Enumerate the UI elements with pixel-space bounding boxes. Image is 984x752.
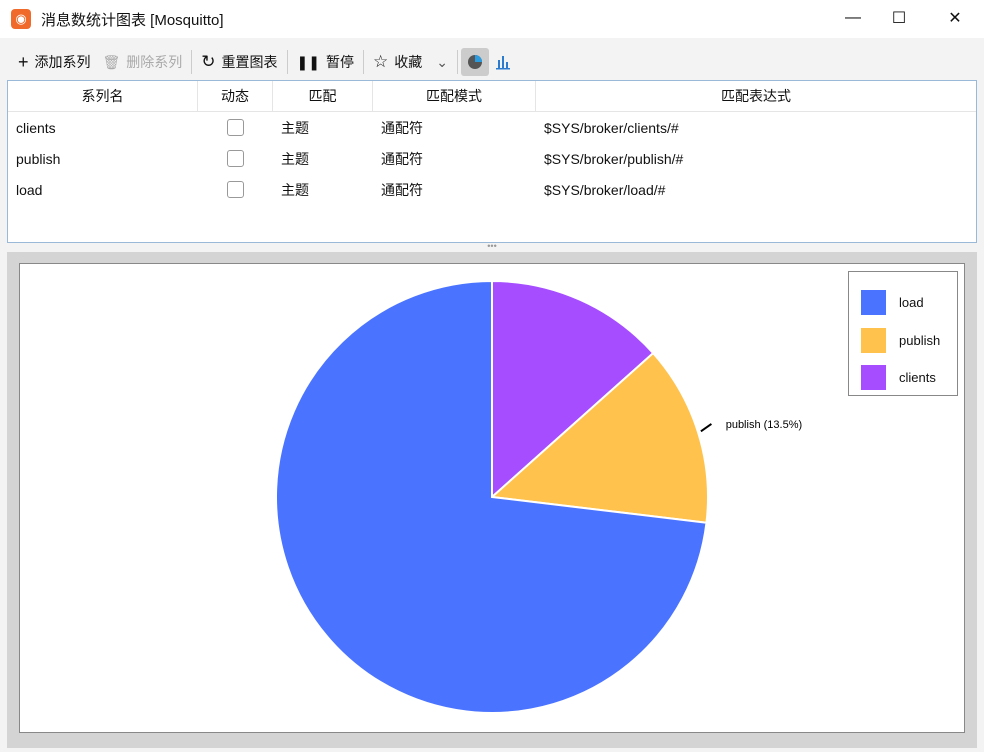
column-header-dynamic[interactable]: 动态 — [198, 81, 273, 111]
close-button[interactable]: ✕ — [932, 0, 978, 36]
favorite-label: 收藏 — [394, 54, 423, 70]
match-type: 主题 — [281, 150, 309, 167]
pause-label: 暂停 — [326, 54, 355, 70]
match-expression: $SYS/broker/clients/# — [544, 119, 679, 136]
divider — [286, 50, 288, 74]
star-icon: ☆ — [373, 52, 389, 71]
pie-chart-icon — [468, 55, 482, 69]
legend-label: load — [899, 295, 924, 310]
chart-legend: load publish clients — [848, 271, 958, 396]
legend-swatch — [861, 290, 886, 315]
pause-button[interactable]: ❚❚ 暂停 — [291, 48, 360, 76]
legend-item-publish: publish — [861, 328, 940, 353]
series-name: publish — [16, 150, 61, 167]
rss-icon: ◉ — [11, 9, 31, 29]
title-bar: ◉ 消息数统计图表 [Mosquitto] — ☐ ✕ — [0, 0, 984, 38]
dynamic-checkbox[interactable] — [198, 181, 273, 198]
match-mode: 通配符 — [381, 150, 423, 167]
toolbar: + 添加系列 🗑 删除系列 ↻ 重置图表 ❚❚ 暂停 ☆ 收藏 ⌄ — [0, 44, 984, 80]
series-name: clients — [16, 119, 56, 136]
splitter-handle[interactable]: ••• — [0, 242, 984, 252]
divider — [457, 50, 458, 74]
pie-chart: publish (13.5%) load publish clients — [19, 263, 965, 733]
chart-panel: publish (13.5%) load publish clients — [7, 252, 977, 748]
table-row[interactable]: publish 主题 通配符 $SYS/broker/publish/# — [8, 143, 976, 174]
bar-chart-button[interactable] — [489, 48, 517, 76]
window-title: 消息数统计图表 [Mosquitto] — [41, 11, 224, 29]
legend-item-clients: clients — [861, 365, 936, 390]
minimize-button[interactable]: — — [830, 0, 876, 36]
column-header-expression[interactable]: 匹配表达式 — [536, 81, 976, 111]
delete-series-button[interactable]: 🗑 删除系列 — [97, 48, 189, 76]
table-row[interactable]: load 主题 通配符 $SYS/broker/load/# — [8, 174, 976, 205]
series-name: load — [16, 181, 43, 198]
reset-chart-label: 重置图表 — [221, 54, 278, 70]
column-header-name[interactable]: 系列名 — [8, 81, 198, 111]
legend-label: clients — [899, 370, 936, 385]
add-series-label: 添加系列 — [34, 54, 91, 70]
legend-swatch — [861, 328, 886, 353]
bar-chart-icon — [496, 56, 510, 70]
maximize-button[interactable]: ☐ — [876, 0, 922, 36]
dynamic-checkbox[interactable] — [198, 150, 273, 167]
pie-chart-button[interactable] — [461, 48, 489, 76]
divider — [191, 50, 193, 74]
legend-item-load: load — [861, 290, 924, 315]
slice-label-leader — [700, 423, 712, 433]
legend-label: publish — [899, 333, 941, 348]
slice-label: publish (13.5%) — [726, 419, 802, 431]
favorite-button[interactable]: ☆ 收藏 ⌄ — [367, 48, 454, 76]
pause-icon: ❚❚ — [296, 53, 321, 70]
chevron-down-icon[interactable]: ⌄ — [436, 54, 448, 71]
match-type: 主题 — [281, 181, 309, 198]
table-header: 系列名 动态 匹配 匹配模式 匹配表达式 — [8, 81, 976, 112]
match-mode: 通配符 — [381, 119, 423, 136]
legend-swatch — [861, 365, 886, 390]
match-mode: 通配符 — [381, 181, 423, 198]
plus-icon: + — [18, 51, 29, 72]
pie-chart-svg: publish (13.5%) — [275, 279, 802, 714]
reset-icon: ↻ — [201, 52, 216, 71]
table-row[interactable]: clients 主题 通配符 $SYS/broker/clients/# — [8, 112, 976, 143]
delete-series-label: 删除系列 — [126, 54, 183, 70]
add-series-button[interactable]: + 添加系列 — [12, 48, 97, 76]
column-header-match[interactable]: 匹配 — [273, 81, 373, 111]
dynamic-checkbox[interactable] — [198, 119, 273, 136]
match-expression: $SYS/broker/load/# — [544, 181, 666, 198]
series-table: 系列名 动态 匹配 匹配模式 匹配表达式 clients 主题 通配符 $SYS… — [7, 80, 977, 243]
column-header-mode[interactable]: 匹配模式 — [373, 81, 536, 111]
trash-icon: 🗑 — [102, 53, 121, 70]
match-type: 主题 — [281, 119, 309, 136]
reset-chart-button[interactable]: ↻ 重置图表 — [195, 48, 283, 76]
match-expression: $SYS/broker/publish/# — [544, 150, 684, 167]
divider — [363, 50, 365, 74]
